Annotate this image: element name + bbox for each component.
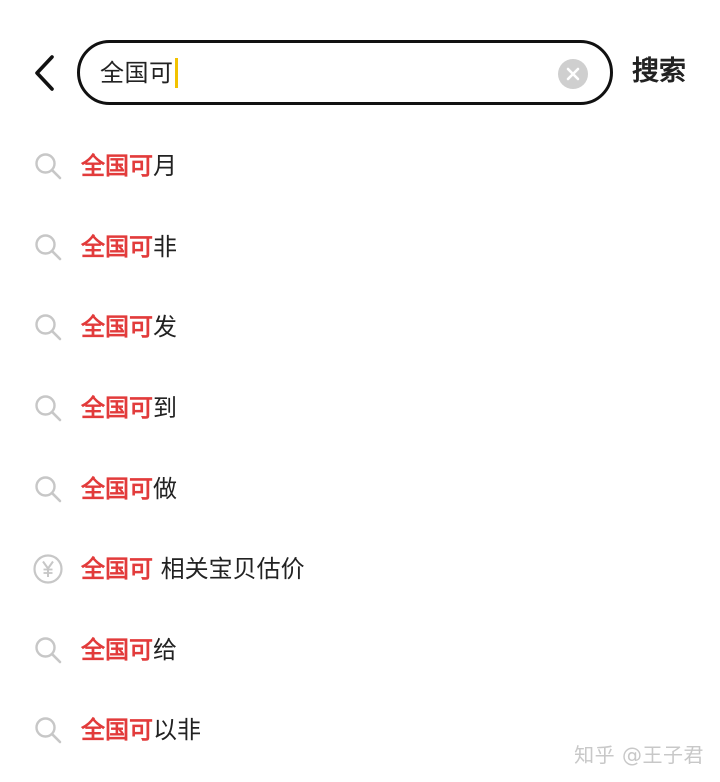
suggestion-text: 全国可给 [81,635,177,665]
suggestion-rest: 给 [153,635,177,664]
suggestion-list: 全国可月 全国可非 全国可发 全国可到 全国可做 全国可 相关宝贝估价 全国可给… [0,126,720,771]
search-icon [32,231,64,263]
suggestion-highlight: 全国可 [81,152,153,181]
suggestion-rest: 发 [153,313,177,342]
suggestion-rest: 到 [153,394,177,423]
suggestion-item[interactable]: 全国可做 [0,448,720,529]
suggestion-item-price-estimate[interactable]: 全国可 相关宝贝估价 [0,529,720,610]
back-button[interactable] [22,50,68,96]
suggestion-rest: 做 [153,474,177,503]
search-icon [32,714,64,746]
search-header: 全国可 搜索 [0,0,720,145]
suggestion-item[interactable]: 全国可到 [0,368,720,449]
search-icon [32,473,64,505]
suggestion-highlight: 全国可 [81,232,153,261]
clear-button[interactable] [558,59,588,89]
suggestion-text: 全国可做 [81,474,177,504]
close-icon [566,67,580,81]
suggestion-text: 全国可发 [81,312,177,342]
search-input[interactable]: 全国可 [77,40,613,105]
suggestion-rest: 相关宝贝估价 [153,555,305,584]
yuan-price-icon [32,553,64,585]
suggestion-highlight: 全国可 [81,313,153,342]
search-icon [32,150,64,182]
suggestion-text: 全国可 相关宝贝估价 [81,554,305,584]
chevron-left-icon [35,55,54,91]
suggestion-item[interactable]: 全国可非 [0,207,720,288]
suggestion-highlight: 全国可 [81,394,153,423]
suggestion-rest: 非 [153,232,177,261]
suggestion-text: 全国可非 [81,232,177,262]
suggestion-text: 全国可到 [81,393,177,423]
suggestion-text: 全国可以非 [81,715,201,745]
suggestion-item[interactable]: 全国可发 [0,287,720,368]
suggestion-rest: 以非 [153,716,201,745]
suggestion-highlight: 全国可 [81,716,153,745]
suggestion-highlight: 全国可 [81,555,153,584]
suggestion-rest: 月 [153,152,177,181]
watermark: 知乎 @王子君 [574,743,704,767]
text-caret [174,57,178,88]
suggestion-item[interactable]: 全国可给 [0,610,720,691]
suggestion-highlight: 全国可 [81,474,153,503]
search-query-text: 全国可 [100,58,174,87]
suggestion-item[interactable]: 全国可月 [0,126,720,207]
search-icon [32,392,64,424]
search-button[interactable]: 搜索 [632,55,686,89]
suggestion-highlight: 全国可 [81,635,153,664]
suggestion-text: 全国可月 [81,151,177,181]
search-icon [32,634,64,666]
search-icon [32,311,64,343]
